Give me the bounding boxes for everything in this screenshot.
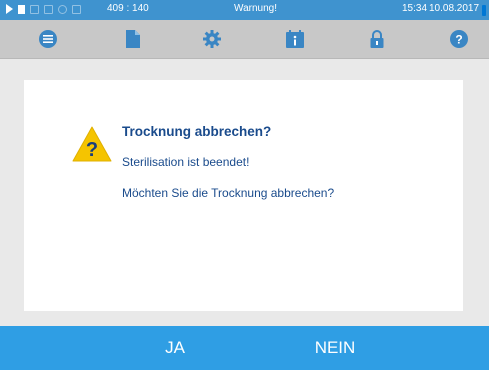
info-icon <box>286 30 304 48</box>
help-icon: ? <box>450 30 468 48</box>
dialog-title: Trocknung abbrechen? <box>122 124 272 139</box>
status-indicator <box>482 5 486 16</box>
document-icon <box>18 4 25 14</box>
settings-button[interactable] <box>187 20 237 58</box>
dialog-message-question: Möchten Sie die Trocknung abbrechen? <box>122 186 335 200</box>
info-button[interactable] <box>270 20 320 58</box>
steam-icon <box>30 4 39 14</box>
status-warning: Warnung! <box>234 3 277 14</box>
status-time: 15:34 <box>402 3 428 14</box>
yes-button[interactable]: JA <box>120 326 230 370</box>
action-bar: JA NEIN <box>0 326 489 370</box>
svg-text:?: ? <box>86 139 98 161</box>
gear-icon <box>203 30 221 48</box>
dialog-message-status: Sterilisation ist beendet! <box>122 155 250 169</box>
toolbar: ? <box>0 20 489 59</box>
lock-icon <box>72 4 81 14</box>
no-button[interactable]: NEIN <box>280 326 390 370</box>
lock-icon <box>370 30 384 48</box>
menu-icon <box>39 30 57 48</box>
warning-question-icon: ? <box>72 126 112 162</box>
status-date: 10.08.2017 <box>429 3 480 14</box>
menu-button[interactable] <box>23 20 73 58</box>
status-coordinates: 409 : 140 <box>107 3 149 14</box>
lock-button[interactable] <box>352 20 402 58</box>
protocol-button[interactable] <box>108 20 158 58</box>
status-bar: 409 : 140 Warnung! 15:34 10.08.2017 <box>0 0 489 20</box>
graph-icon <box>44 4 53 14</box>
clock-icon <box>58 4 67 14</box>
help-button[interactable]: ? <box>434 20 484 58</box>
svg-text:?: ? <box>455 33 462 47</box>
play-icon <box>6 4 13 14</box>
document-icon <box>126 30 140 48</box>
status-icons <box>6 4 81 14</box>
confirm-dialog: ? Trocknung abbrechen? Sterilisation ist… <box>24 80 463 311</box>
